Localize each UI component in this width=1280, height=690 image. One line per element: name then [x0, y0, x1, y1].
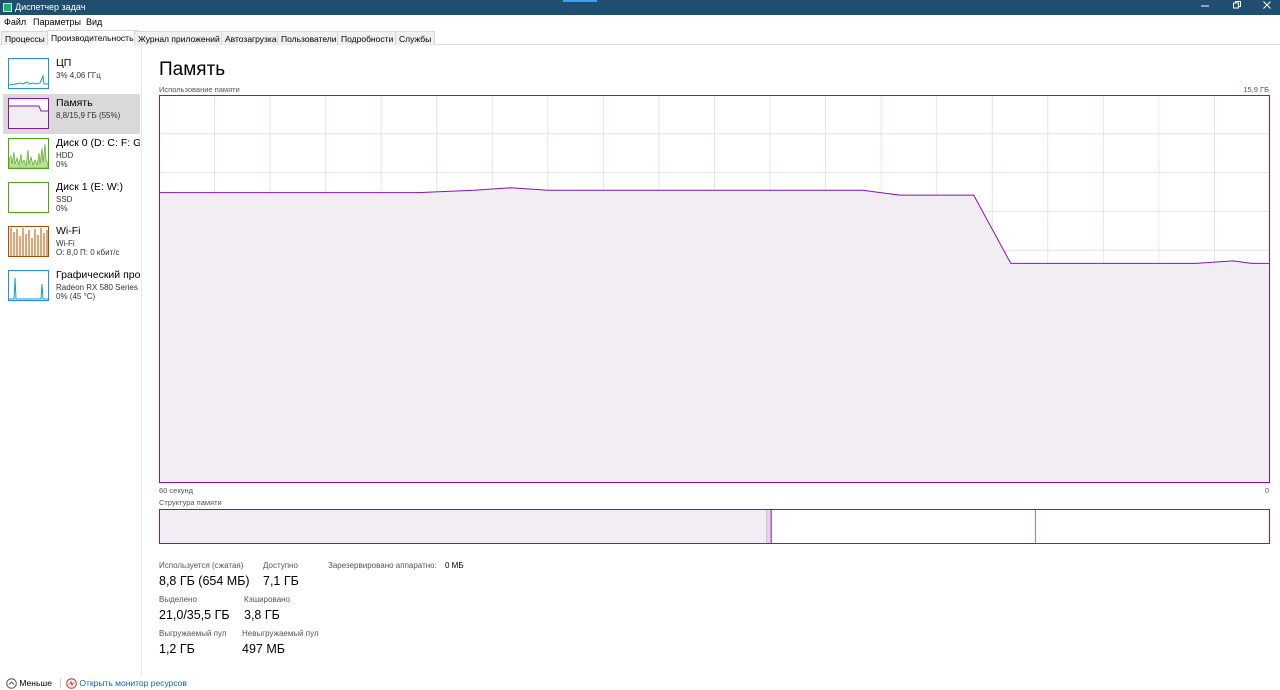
sidebar-item-cpu[interactable]: ЦП 3% 4,06 ГГц [3, 54, 140, 94]
tab-strip: Процессы Производительность Журнал прило… [0, 30, 1280, 45]
tab-startup[interactable]: Автозагрузка [221, 31, 281, 45]
menu-bar: Файл Параметры Вид [0, 15, 1280, 30]
restore-icon [1233, 1, 1241, 9]
sidebar-item-usage: О: 8,0 П: 0 кбит/с [56, 248, 120, 257]
sidebar-item-detail: Radeon RX 580 Series [56, 283, 138, 292]
sidebar-item-detail: SSD [56, 195, 73, 204]
sidebar-item-usage: 0% (45 °C) [56, 292, 96, 301]
performance-sidebar: ЦП 3% 4,06 ГГц Память 8,8/15,9 ГБ (55%) … [0, 46, 142, 676]
paged-pool-value: 1,2 ГБ [159, 642, 195, 656]
memory-usage-graph [159, 95, 1270, 483]
graph-max-label: 15,9 ГБ [1243, 85, 1269, 94]
footer-divider [60, 678, 61, 688]
page-title: Память [159, 59, 226, 80]
minimize-button[interactable] [1190, 0, 1220, 15]
committed-label: Выделено [159, 595, 197, 604]
graph-time-left: 60 секунд [159, 486, 193, 495]
sidebar-item-label: ЦП [56, 57, 72, 69]
sidebar-item-detail: Wi-Fi [56, 239, 75, 248]
reserved-label: Зарезервировано аппаратно: [328, 561, 437, 570]
title-bar: Диспетчер задач [0, 0, 1280, 15]
sidebar-item-usage: 0% [56, 160, 68, 169]
menu-options[interactable]: Параметры [33, 17, 81, 27]
available-label: Доступно [263, 561, 298, 570]
title-accent [563, 0, 597, 2]
sidebar-item-label: Диск 0 (D: C: F: G:) [56, 137, 140, 149]
sidebar-item-usage: 0% [56, 204, 68, 213]
disk1-thumbnail [8, 182, 49, 213]
graph-caption: Использование памяти [159, 85, 240, 94]
committed-value: 21,0/35,5 ГБ [159, 608, 230, 622]
sidebar-item-detail: HDD [56, 151, 74, 160]
reserved-value: 0 МБ [445, 561, 464, 570]
sidebar-item-detail: 8,8/15,9 ГБ (55%) [56, 111, 121, 120]
cpu-thumbnail [8, 58, 49, 89]
used-value: 8,8 ГБ (654 МБ) [159, 574, 250, 588]
close-icon [1263, 1, 1271, 9]
fewer-details-button[interactable]: Меньше [6, 678, 52, 690]
memory-composition-bar [159, 509, 1270, 544]
sidebar-item-label: Wi-Fi [56, 225, 81, 237]
resource-monitor-icon [66, 678, 77, 690]
sidebar-item-label: Память [56, 97, 93, 109]
disk0-thumbnail [8, 138, 49, 169]
tab-performance[interactable]: Производительность [47, 30, 138, 45]
tab-details[interactable]: Подробности [337, 31, 398, 45]
menu-file[interactable]: Файл [4, 17, 26, 27]
wifi-thumbnail [8, 226, 49, 257]
tab-app-history[interactable]: Журнал приложений [134, 31, 224, 45]
sidebar-item-detail: 3% 4,06 ГГц [56, 71, 101, 80]
close-button[interactable] [1252, 0, 1280, 15]
sidebar-item-label: Диск 1 (E: W:) [56, 181, 123, 193]
tab-services[interactable]: Службы [395, 31, 436, 45]
nonpaged-pool-label: Невыгружаемый пул [242, 629, 319, 638]
minimize-icon [1201, 5, 1209, 7]
sidebar-item-disk0[interactable]: Диск 0 (D: C: F: G:) HDD 0% [3, 134, 140, 174]
sidebar-item-gpu[interactable]: Графический про Radeon RX 580 Series 0% … [3, 266, 140, 306]
available-value: 7,1 ГБ [263, 574, 299, 588]
menu-view[interactable]: Вид [86, 17, 102, 27]
composition-modified [766, 509, 772, 544]
composition-in-use [159, 509, 767, 544]
sidebar-item-label: Графический про [56, 269, 140, 281]
memory-thumbnail [8, 98, 49, 129]
open-resource-monitor-link[interactable]: Открыть монитор ресурсов [66, 678, 187, 690]
sidebar-item-disk1[interactable]: Диск 1 (E: W:) SSD 0% [3, 178, 140, 218]
structure-caption: Структура памяти [159, 498, 222, 507]
resource-monitor-label: Открыть монитор ресурсов [79, 678, 187, 688]
paged-pool-label: Выгружаемый пул [159, 629, 227, 638]
graph-time-right: 0 [1264, 486, 1269, 495]
footer: Меньше Открыть монитор ресурсов [0, 678, 1280, 690]
tab-processes[interactable]: Процессы [1, 31, 49, 45]
tab-users[interactable]: Пользователи [277, 31, 341, 45]
sidebar-item-memory[interactable]: Память 8,8/15,9 ГБ (55%) [3, 94, 140, 134]
fewer-details-label: Меньше [19, 678, 52, 688]
used-label: Используется (сжатая) [159, 561, 244, 570]
nonpaged-pool-value: 497 МБ [242, 642, 285, 656]
window-title: Диспетчер задач [15, 2, 86, 12]
task-manager-app-icon [3, 3, 12, 12]
restore-button[interactable] [1222, 0, 1252, 15]
cached-value: 3,8 ГБ [244, 608, 280, 622]
sidebar-item-wifi[interactable]: Wi-Fi Wi-Fi О: 8,0 П: 0 кбит/с [3, 222, 140, 262]
chevron-up-icon [6, 678, 17, 690]
gpu-thumbnail [8, 270, 49, 301]
cached-label: Кэшировано [244, 595, 291, 604]
